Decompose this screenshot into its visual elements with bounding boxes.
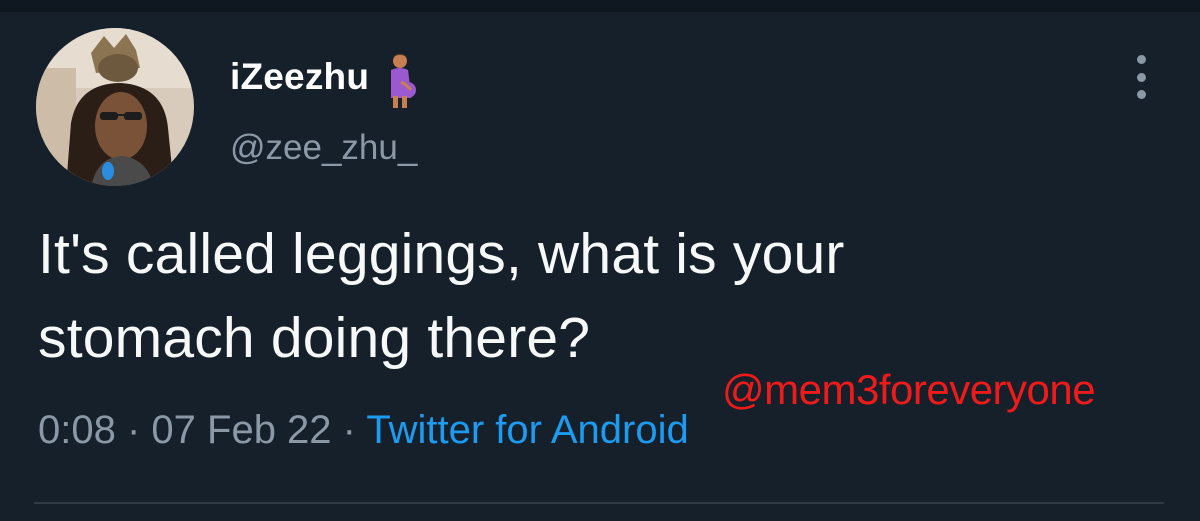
meta-separator: · [331,408,367,452]
top-strip [0,0,1200,12]
pregnant-person-icon [381,52,419,108]
author-handle[interactable]: @zee_zhu_ [230,128,417,168]
tweet-time[interactable]: 0:08 [38,408,116,452]
display-name[interactable]: iZeezhu [230,56,369,98]
more-options-button[interactable] [1124,55,1158,99]
avatar[interactable] [36,28,194,186]
tweet-date[interactable]: 07 Feb 22 [151,408,331,452]
tweet-text-line1: It's called leggings, what is your [38,222,845,286]
more-vertical-icon-dot [1136,72,1146,82]
tweet-text: It's called leggings, what is your stoma… [38,212,1158,380]
divider [34,502,1164,504]
more-vertical-icon [1136,55,1146,64]
tweet-meta: 0:08 · 07 Feb 22 · Twitter for Android [38,408,689,453]
tweet-source-link[interactable]: Twitter for Android [366,408,688,452]
tweet-text-line2: stomach doing there? [38,306,591,370]
more-vertical-icon-dot [1136,90,1146,99]
watermark: @mem3foreveryone [722,366,1096,413]
author-name-row[interactable]: iZeezhu [230,46,419,108]
tweet-card: iZeezhu @zee_zhu_ It's called leggings, … [0,0,1200,521]
meta-separator: · [115,408,152,452]
